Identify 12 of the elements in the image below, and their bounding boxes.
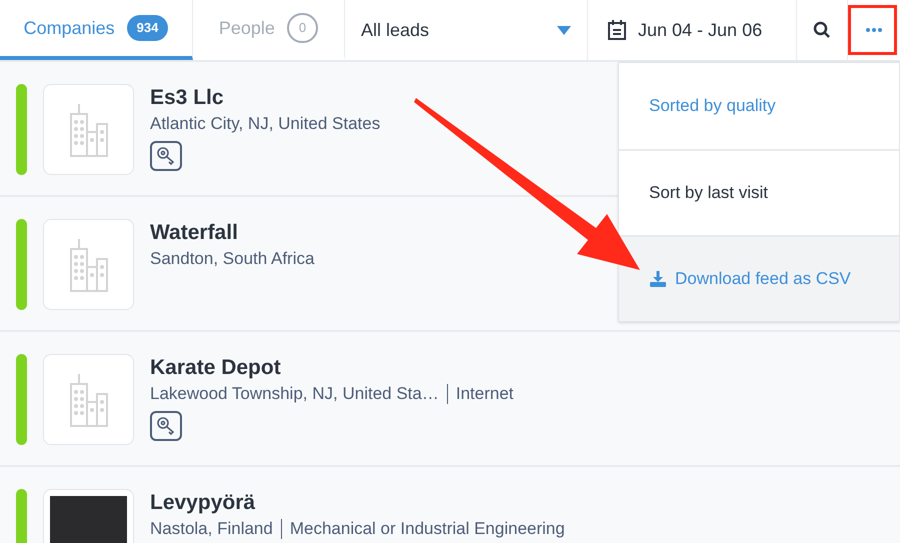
count-badge: 934 (126, 15, 168, 41)
company-name: Es3 Llc (150, 85, 225, 110)
count-badge: 0 (286, 13, 318, 43)
company-location: Sandton, South Africa (150, 248, 314, 270)
company-location: Lakewood Township, NJ, United Sta… (150, 383, 439, 405)
company-industry: Internet (456, 383, 514, 405)
company-name: Waterfall (150, 220, 239, 245)
company-location: Nastola, Finland (150, 518, 273, 540)
company-industry: Mechanical or Industrial Engineering (290, 518, 565, 540)
company-location: Atlantic City, NJ, United States (150, 113, 380, 135)
company-name: Levypyörä (150, 490, 256, 515)
company-name: Karate Depot (150, 355, 282, 380)
